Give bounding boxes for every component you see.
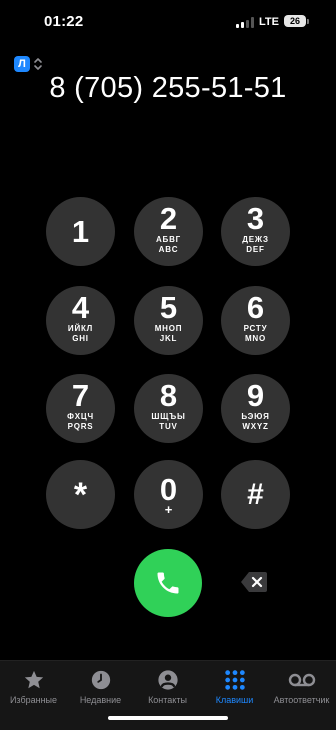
key-letters-cyrillic: ЬЭЮЯ xyxy=(241,412,270,421)
key-letters-latin: TUV xyxy=(159,422,178,431)
key-letters-cyrillic: ФХЦЧ xyxy=(67,412,94,421)
key-0[interactable]: 0 + xyxy=(134,460,203,529)
key-letters-latin: DEF xyxy=(246,245,265,254)
key-letters-cyrillic: РСТУ xyxy=(243,324,268,333)
call-button[interactable] xyxy=(134,549,202,617)
key-digit: 7 xyxy=(71,378,90,413)
key-letters-latin: WXYZ xyxy=(242,422,269,431)
key-letters-latin: MNO xyxy=(244,334,267,343)
key-5[interactable]: 5 МНОП JKL xyxy=(134,286,203,355)
key-9[interactable]: 9 ЬЭЮЯ WXYZ xyxy=(221,374,290,443)
tab-keypad[interactable]: Клавиши xyxy=(201,669,268,705)
key-digit: * xyxy=(73,476,88,514)
key-digit: # xyxy=(247,478,264,511)
key-letters-cyrillic: ШЩЪЫ xyxy=(151,412,186,421)
key-letters-cyrillic: АБВГ xyxy=(155,235,182,244)
keypad-icon xyxy=(224,670,245,690)
battery-tip xyxy=(307,19,309,24)
key-digit: 6 xyxy=(246,290,265,325)
key-digit: 8 xyxy=(159,378,178,413)
key-digit: 0 xyxy=(159,472,178,507)
key-letters-cyrillic: ДЕЖЗ xyxy=(242,235,269,244)
signal-icon xyxy=(236,17,254,28)
voicemail-icon xyxy=(288,673,315,687)
phone-icon xyxy=(157,572,179,594)
tab-voicemail[interactable]: Автоответчик xyxy=(268,669,335,705)
status-time: 01:22 xyxy=(44,13,84,30)
sim-selector[interactable]: Л xyxy=(14,56,30,72)
key-hash[interactable]: # xyxy=(221,460,290,529)
tab-label: Контакты xyxy=(148,695,187,705)
key-8[interactable]: 8 ШЩЪЫ TUV xyxy=(134,374,203,443)
tab-label: Клавиши xyxy=(215,695,254,705)
clock-icon xyxy=(91,670,110,690)
star-icon xyxy=(24,670,43,689)
key-digit: 1 xyxy=(71,214,90,249)
status-bar: 01:22 LTE 26 xyxy=(0,0,336,44)
tab-favorites[interactable]: Избранные xyxy=(0,669,67,705)
key-letters-latin: GHI xyxy=(72,334,89,343)
key-star[interactable]: * xyxy=(46,460,115,529)
key-digit: 2 xyxy=(159,201,178,236)
key-digit: 9 xyxy=(246,378,265,413)
key-letters-cyrillic: МНОП xyxy=(154,324,183,333)
tab-label: Недавние xyxy=(79,695,122,705)
key-6[interactable]: 6 РСТУ MNO xyxy=(221,286,290,355)
tab-contacts[interactable]: Контакты xyxy=(134,669,201,705)
key-3[interactable]: 3 ДЕЖЗ DEF xyxy=(221,197,290,266)
person-icon xyxy=(157,670,178,690)
key-letters-latin: PQRS xyxy=(67,422,94,431)
key-digit: 4 xyxy=(71,290,90,325)
key-letters-latin: ABC xyxy=(158,245,179,254)
key-4[interactable]: 4 ИЙКЛ GHI xyxy=(46,286,115,355)
key-letters-cyrillic: ИЙКЛ xyxy=(67,324,94,333)
backspace-icon[interactable] xyxy=(240,571,268,593)
tab-label: Избранные xyxy=(9,695,58,705)
battery-icon: 26 xyxy=(284,15,306,27)
tab-recents[interactable]: Недавние xyxy=(67,669,134,705)
tab-label: Автоответчик xyxy=(273,695,330,705)
network-type: LTE xyxy=(259,16,279,28)
key-plus: + xyxy=(164,502,173,517)
key-letters-latin: JKL xyxy=(159,334,178,343)
key-1[interactable]: 1 xyxy=(46,197,115,266)
dialed-number: 8 (705) 255-51-51 xyxy=(49,72,287,104)
chevron-updown-icon[interactable] xyxy=(33,55,43,73)
home-indicator[interactable] xyxy=(108,716,228,720)
key-2[interactable]: 2 АБВГ ABC xyxy=(134,197,203,266)
key-digit: 3 xyxy=(246,201,265,236)
key-7[interactable]: 7 ФХЦЧ PQRS xyxy=(46,374,115,443)
key-digit: 5 xyxy=(159,290,178,325)
